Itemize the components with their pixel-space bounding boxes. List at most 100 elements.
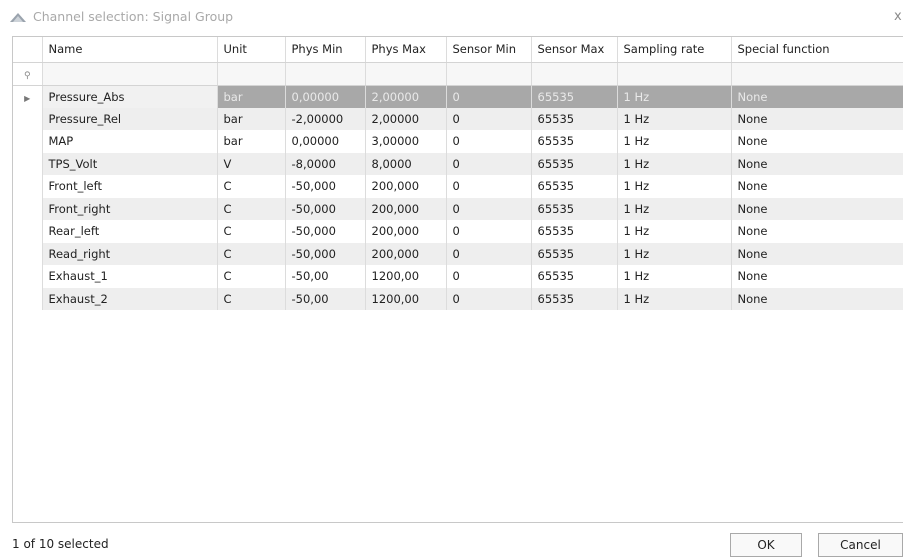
cell-sensor-min[interactable]: 0 — [446, 85, 532, 108]
row-indicator-cell[interactable] — [13, 130, 43, 153]
table-row[interactable]: ▶ Pressure_Abs bar 0,00000 2,00000 0 65535 1 Hz… — [13, 85, 903, 108]
row-indicator-cell[interactable] — [13, 265, 43, 288]
column-header-name[interactable]: Name — [42, 37, 218, 63]
table-row[interactable]: Front_left C -50,000 200,000 0 65535 1 Hz None — [13, 175, 903, 198]
cell-name[interactable]: Exhaust_2 — [42, 287, 218, 310]
cell-unit[interactable]: bar — [217, 130, 286, 153]
cell-special-function[interactable]: None — [731, 130, 903, 153]
cell-sensor-min[interactable]: 0 — [446, 265, 532, 288]
filter-cell-special-function[interactable] — [731, 62, 903, 86]
cell-unit[interactable]: V — [217, 152, 286, 175]
cell-special-function[interactable]: None — [731, 265, 903, 288]
cell-sensor-max[interactable]: 65535 — [531, 85, 618, 108]
cell-phys-max[interactable]: 8,0000 — [365, 152, 447, 175]
table-row[interactable]: Exhaust_2 C -50,00 1200,00 0 65535 1 Hz None — [13, 287, 903, 310]
column-header-unit[interactable]: Unit — [217, 37, 286, 63]
table-row[interactable]: MAP bar 0,00000 3,00000 0 65535 1 Hz None — [13, 130, 903, 153]
cell-special-function[interactable]: None — [731, 107, 903, 130]
filter-cell-sensor-max[interactable] — [531, 62, 618, 86]
column-header-sampling-rate[interactable]: Sampling rate — [617, 37, 732, 63]
cell-special-function[interactable]: None — [731, 175, 903, 198]
cell-name[interactable]: Front_right — [42, 197, 218, 220]
cell-unit[interactable]: C — [217, 287, 286, 310]
cell-sampling-rate[interactable]: 1 Hz — [617, 287, 732, 310]
cell-phys-max[interactable]: 200,000 — [365, 197, 447, 220]
filter-cell-phys-min[interactable] — [285, 62, 366, 86]
cell-sampling-rate[interactable]: 1 Hz — [617, 152, 732, 175]
filter-cell-unit[interactable] — [217, 62, 286, 86]
cell-unit[interactable]: C — [217, 242, 286, 265]
cell-special-function[interactable]: None — [731, 197, 903, 220]
column-header-phys-min[interactable]: Phys Min — [285, 37, 366, 63]
cell-special-function[interactable]: None — [731, 152, 903, 175]
cell-sensor-max[interactable]: 65535 — [531, 242, 618, 265]
row-indicator-cell[interactable] — [13, 220, 43, 243]
cell-sensor-min[interactable]: 0 — [446, 175, 532, 198]
cell-phys-max[interactable]: 200,000 — [365, 220, 447, 243]
cell-unit[interactable]: C — [217, 265, 286, 288]
cell-special-function[interactable]: None — [731, 287, 903, 310]
cell-sensor-min[interactable]: 0 — [446, 130, 532, 153]
cell-phys-max[interactable]: 2,00000 — [365, 85, 447, 108]
table-row[interactable]: Pressure_Rel bar -2,00000 2,00000 0 65535 1 Hz… — [13, 107, 903, 130]
cell-unit[interactable]: C — [217, 220, 286, 243]
cell-phys-min[interactable]: -2,00000 — [285, 107, 366, 130]
row-indicator-cell[interactable] — [13, 287, 43, 310]
cell-phys-max[interactable]: 200,000 — [365, 242, 447, 265]
table-row[interactable]: Rear_left C -50,000 200,000 0 65535 1 Hz None — [13, 220, 903, 243]
cell-sampling-rate[interactable]: 1 Hz — [617, 107, 732, 130]
cell-phys-min[interactable]: -50,00 — [285, 287, 366, 310]
column-header-phys-max[interactable]: Phys Max — [365, 37, 447, 63]
table-row[interactable]: Exhaust_1 C -50,00 1200,00 0 65535 1 Hz None — [13, 265, 903, 288]
column-header-sensor-max[interactable]: Sensor Max — [531, 37, 618, 63]
cancel-button[interactable]: Cancel — [818, 533, 903, 557]
cell-sampling-rate[interactable]: 1 Hz — [617, 265, 732, 288]
cell-phys-min[interactable]: -50,000 — [285, 197, 366, 220]
cell-phys-min[interactable]: 0,00000 — [285, 85, 366, 108]
row-indicator-cell[interactable] — [13, 107, 43, 130]
filter-cell-sampling-rate[interactable] — [617, 62, 732, 86]
cell-phys-min[interactable]: 0,00000 — [285, 130, 366, 153]
cell-phys-min[interactable]: -50,00 — [285, 265, 366, 288]
filter-cell-phys-max[interactable] — [365, 62, 447, 86]
cell-name[interactable]: Read_right — [42, 242, 218, 265]
cell-sensor-min[interactable]: 0 — [446, 152, 532, 175]
cell-sensor-min[interactable]: 0 — [446, 242, 532, 265]
filter-cell-sensor-min[interactable] — [446, 62, 532, 86]
cell-sensor-max[interactable]: 65535 — [531, 197, 618, 220]
cell-sensor-max[interactable]: 65535 — [531, 287, 618, 310]
cell-sensor-max[interactable]: 65535 — [531, 175, 618, 198]
cell-sensor-max[interactable]: 65535 — [531, 152, 618, 175]
table-row[interactable]: Read_right C -50,000 200,000 0 65535 1 Hz None — [13, 242, 903, 265]
cell-sensor-min[interactable]: 0 — [446, 197, 532, 220]
column-header-sensor-min[interactable]: Sensor Min — [446, 37, 532, 63]
cell-unit[interactable]: bar — [217, 107, 286, 130]
cell-name[interactable]: Pressure_Rel — [42, 107, 218, 130]
row-indicator-cell[interactable] — [13, 175, 43, 198]
close-button[interactable]: x — [894, 9, 902, 24]
cell-sampling-rate[interactable]: 1 Hz — [617, 197, 732, 220]
cell-sensor-min[interactable]: 0 — [446, 220, 532, 243]
cell-name[interactable]: Pressure_Abs — [42, 85, 218, 108]
cell-sensor-max[interactable]: 65535 — [531, 130, 618, 153]
cell-name[interactable]: MAP — [42, 130, 218, 153]
ok-button[interactable]: OK — [730, 533, 802, 557]
cell-sampling-rate[interactable]: 1 Hz — [617, 220, 732, 243]
cell-phys-min[interactable]: -50,000 — [285, 220, 366, 243]
table-row[interactable]: Front_right C -50,000 200,000 0 65535 1 Hz None — [13, 197, 903, 220]
cell-phys-max[interactable]: 1200,00 — [365, 287, 447, 310]
cell-sensor-min[interactable]: 0 — [446, 107, 532, 130]
cell-special-function[interactable]: None — [731, 242, 903, 265]
cell-name[interactable]: TPS_Volt — [42, 152, 218, 175]
cell-sensor-max[interactable]: 65535 — [531, 220, 618, 243]
row-indicator-cell[interactable] — [13, 242, 43, 265]
cell-sampling-rate[interactable]: 1 Hz — [617, 175, 732, 198]
pin-icon[interactable]: ⚲ — [13, 62, 43, 86]
cell-phys-min[interactable]: -8,0000 — [285, 152, 366, 175]
cell-special-function[interactable]: None — [731, 220, 903, 243]
cell-unit[interactable]: C — [217, 175, 286, 198]
cell-unit[interactable]: bar — [217, 85, 286, 108]
row-indicator-cell[interactable]: ▶ — [13, 85, 43, 108]
cell-phys-max[interactable]: 2,00000 — [365, 107, 447, 130]
cell-phys-min[interactable]: -50,000 — [285, 175, 366, 198]
